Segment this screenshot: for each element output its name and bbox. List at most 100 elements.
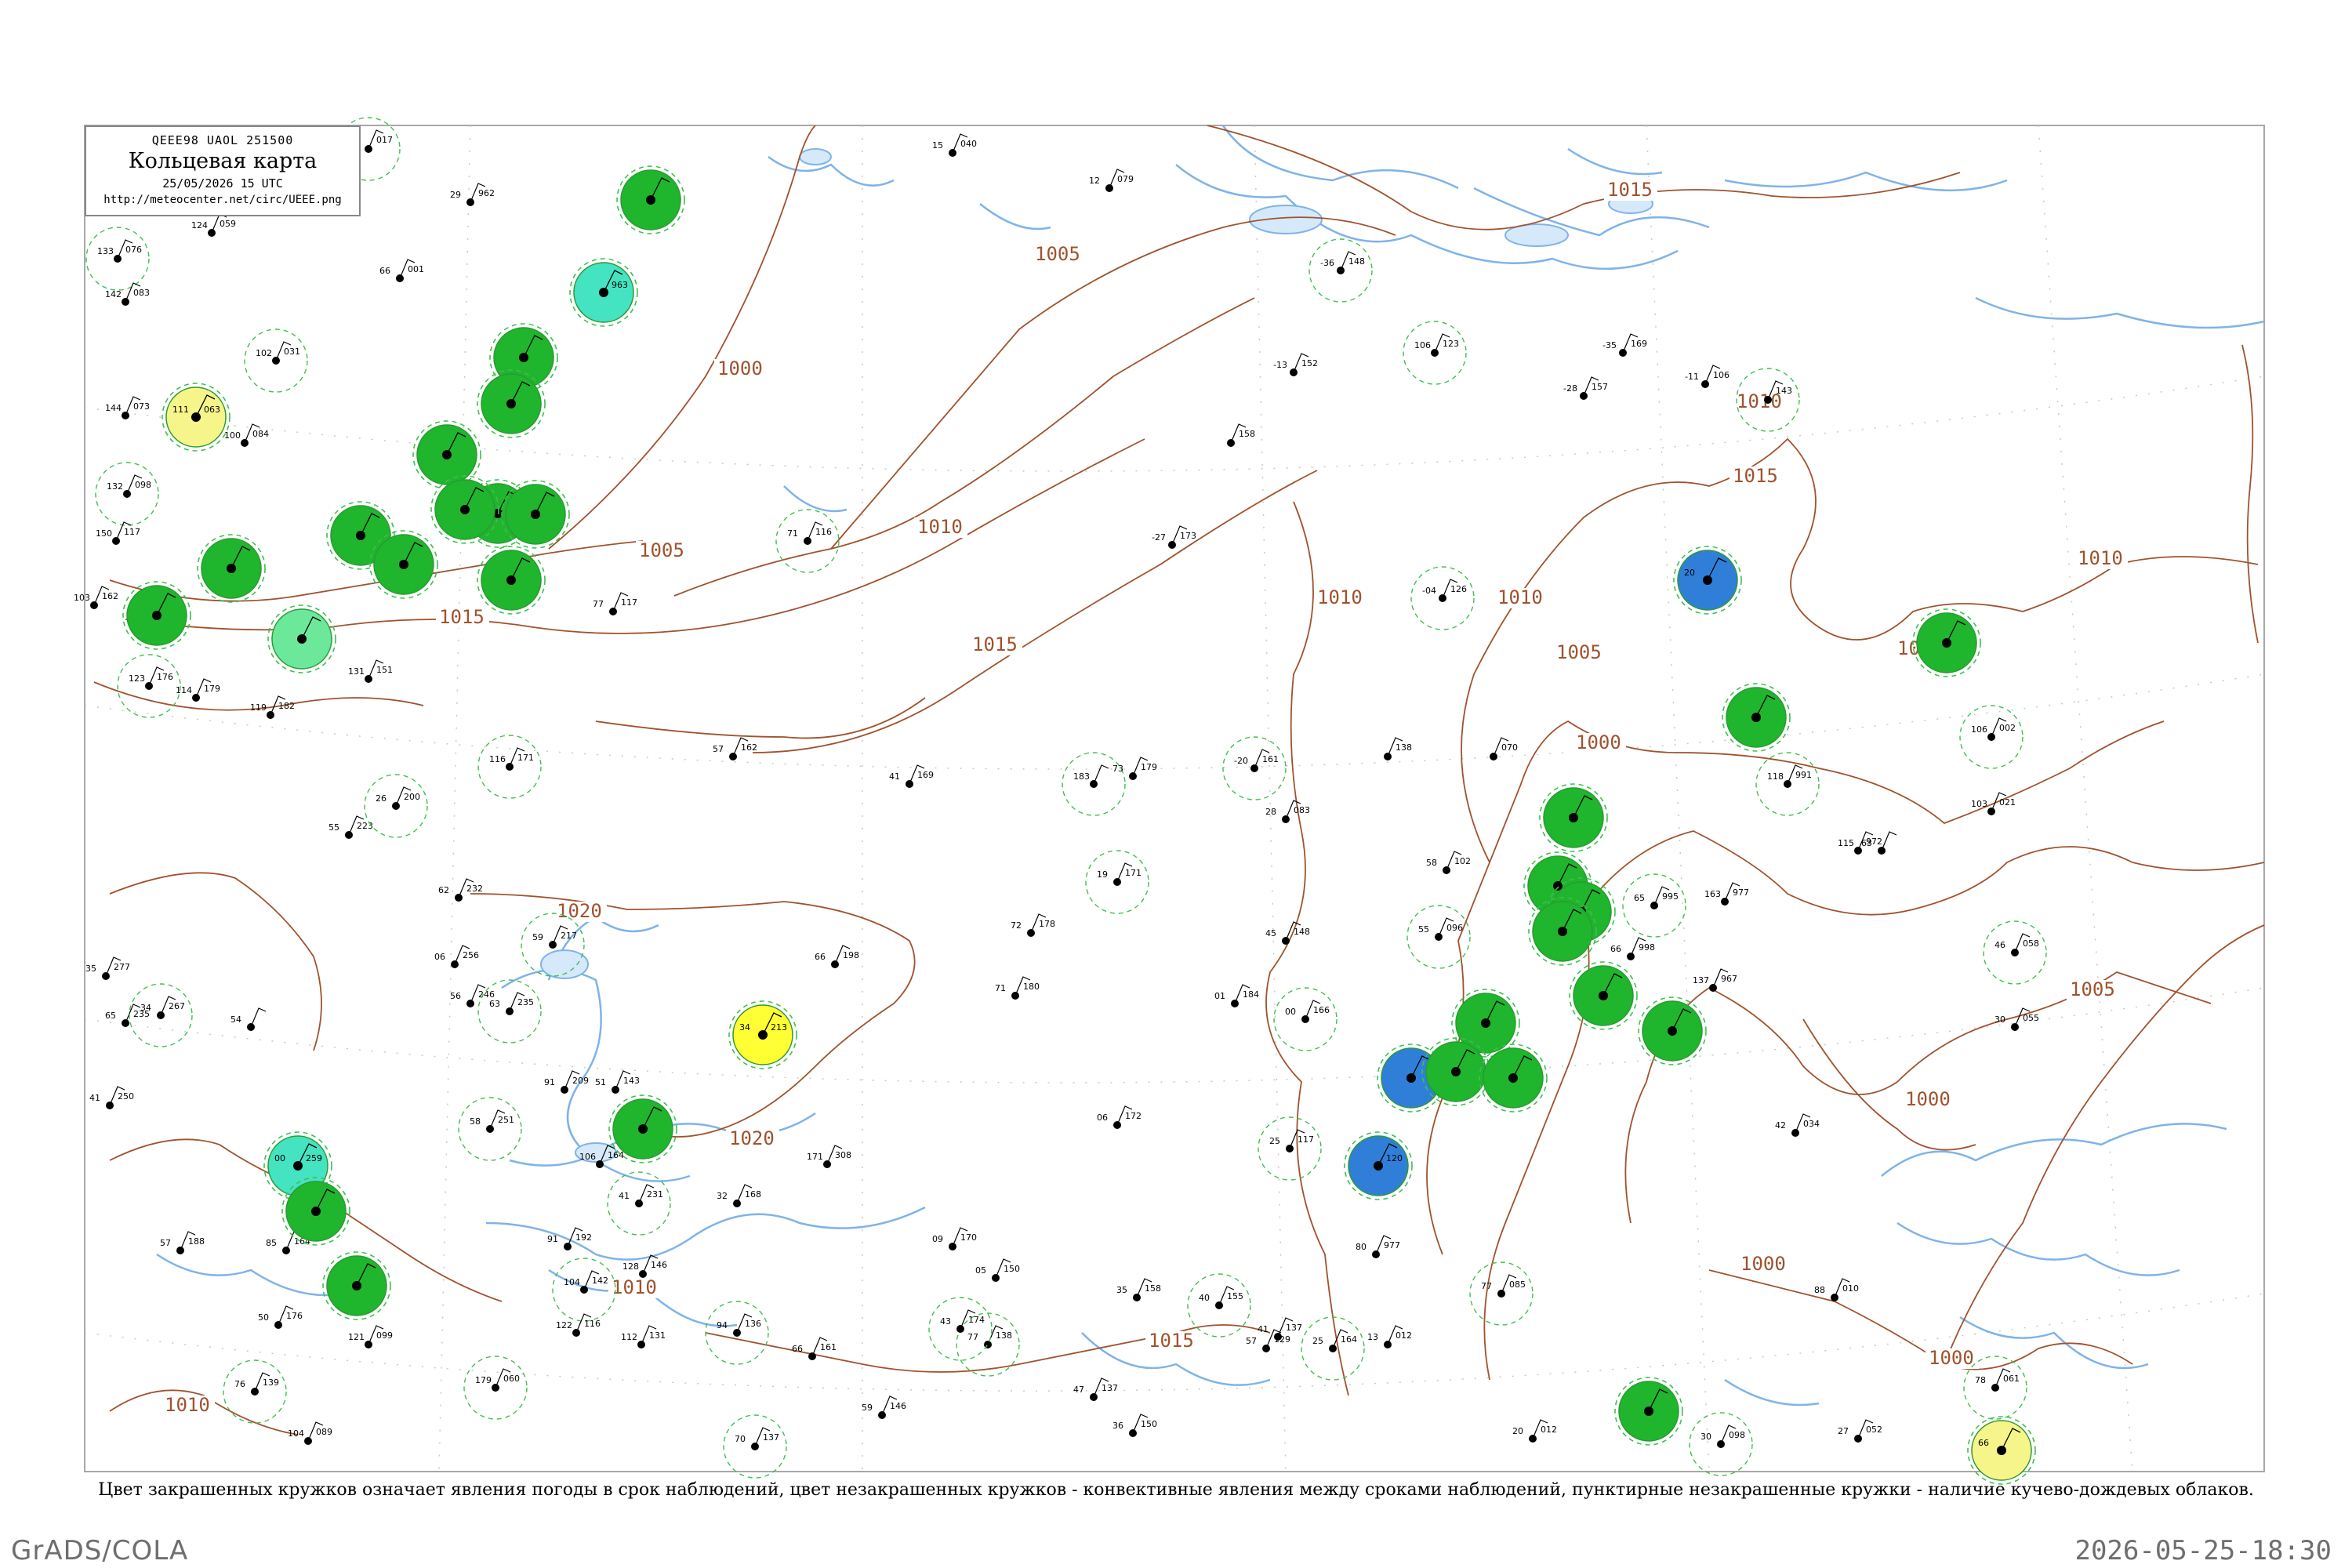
station-pressure: 079 [1117,174,1134,184]
station-temp: 66 [379,266,390,276]
station-green [1528,897,1597,966]
station-temp: 41 [889,771,900,782]
station-green [1638,996,1707,1065]
station-pressure: 012 [1396,1330,1412,1341]
isobar-label: 1020 [557,900,602,922]
station-temp: 00 [1285,1007,1296,1017]
station-pressure: 117 [1298,1134,1314,1145]
station-blue: 120 [1344,1131,1413,1200]
station-temp: 116 [489,754,506,764]
station-pressure: 040 [960,139,977,149]
station-pale-yellow: 66 [1967,1416,2036,1485]
station-green [1912,608,1981,677]
station-temp: 06 [1097,1112,1108,1123]
station-temp: 150 [96,528,112,539]
station-temp: 183 [1073,771,1090,782]
station-temp: 85 [266,1238,277,1248]
station-temp: 56 [450,991,461,1001]
station-pressure: 083 [133,288,150,298]
station-pressure: 200 [404,792,420,802]
station-temp: 57 [160,1238,171,1248]
station-pressure: 963 [612,280,628,290]
station-green [477,369,546,438]
station-temp: 171 [807,1152,823,1162]
station-pressure: 171 [1125,868,1142,878]
station-pressure: 267 [169,1001,185,1011]
station-temp: 123 [129,673,145,684]
station-pressure: 308 [835,1150,851,1160]
isobar-label: 1000 [1905,1088,1951,1110]
station-pale-yellow: 111 063 [162,383,230,452]
station-pressure: 176 [157,672,173,682]
station-green [281,1177,350,1246]
station-temp: 114 [176,685,192,695]
station-temp: 100 [224,430,241,441]
station-pressure: 139 [263,1377,279,1388]
station-temp: 102 [256,348,272,358]
station-pressure: 010 [1842,1283,1859,1294]
station-temp: 29 [450,190,461,200]
station-temp: 80 [1356,1242,1367,1252]
station-pressure: 174 [968,1315,985,1325]
isobar-label: 1000 [1929,1347,1974,1369]
station-pressure: 162 [741,742,757,753]
station-pressure: 001 [408,264,424,274]
station-temp: 131 [348,666,365,677]
station-pressure: 259 [306,1153,322,1163]
station-temp: 54 [230,1014,241,1025]
station-temp: 78 [1975,1375,1986,1385]
station-pressure: 176 [286,1311,303,1321]
station-temp: 30 [1994,1014,2005,1025]
station-pressure: 070 [1501,742,1518,753]
station-pressure: 256 [463,950,479,960]
software-label: GrADS/COLA [11,1535,189,1566]
station-pressure: 126 [1450,584,1467,594]
station-temp: 25 [1269,1136,1280,1146]
station-pressure: 217 [561,931,577,941]
station-temp: 66 [815,952,826,962]
station-temp: -13 [1273,360,1287,370]
station-light-green [267,604,336,673]
station-pressure: 098 [135,480,151,490]
station-pressure: 117 [124,527,140,537]
station-pressure: 991 [1795,770,1812,780]
station-pressure: 277 [114,962,130,972]
station-pressure: 099 [376,1330,393,1341]
station-temp: 132 [107,481,123,492]
station-pressure: 034 [1803,1119,1820,1129]
station-green [501,480,570,549]
station-pressure: 192 [575,1232,592,1243]
station-pressure: 209 [572,1076,589,1086]
bulletin-code: QEEE98 UAOL 251500 [151,133,294,147]
station-temp: 73 [1112,764,1123,774]
station-green [1421,1037,1490,1106]
station-pressure: 137 [763,1432,779,1443]
station-pressure: 172 [1125,1111,1142,1121]
station-pressure: 058 [2023,938,2039,949]
station-pressure: 136 [745,1319,761,1329]
station-green [1569,961,1638,1030]
station-pressure: 152 [1301,358,1318,368]
map-title: Кольцевая карта [128,149,318,173]
station-temp: 65 [1634,893,1645,903]
station-pressure: 052 [1866,1425,1882,1435]
station-pressure: 096 [1446,923,1463,933]
isobar-label: 1020 [729,1127,775,1149]
station-pressure: 158 [1239,429,1255,439]
station-temp: 115 [1838,838,1854,848]
station-pressure: 173 [1180,531,1196,541]
station-green [122,581,191,650]
station-green [608,1094,677,1163]
station-temp: 77 [593,599,604,609]
station-pressure: 137 [1286,1323,1302,1333]
station-pressure: 148 [1348,256,1365,267]
station-temp: 45 [1265,928,1276,938]
station-temp: -04 [1422,586,1436,596]
station-temp: 41 [619,1191,630,1201]
station-temp: 35 [85,964,96,974]
station-pressure: 076 [125,245,142,255]
source-url[interactable]: http://meteocenter.net/circ/UEEE.png [86,194,359,206]
station-pressure: 012 [1541,1425,1557,1435]
station-temp: 104 [564,1277,580,1287]
station-pressure: 131 [649,1330,666,1341]
